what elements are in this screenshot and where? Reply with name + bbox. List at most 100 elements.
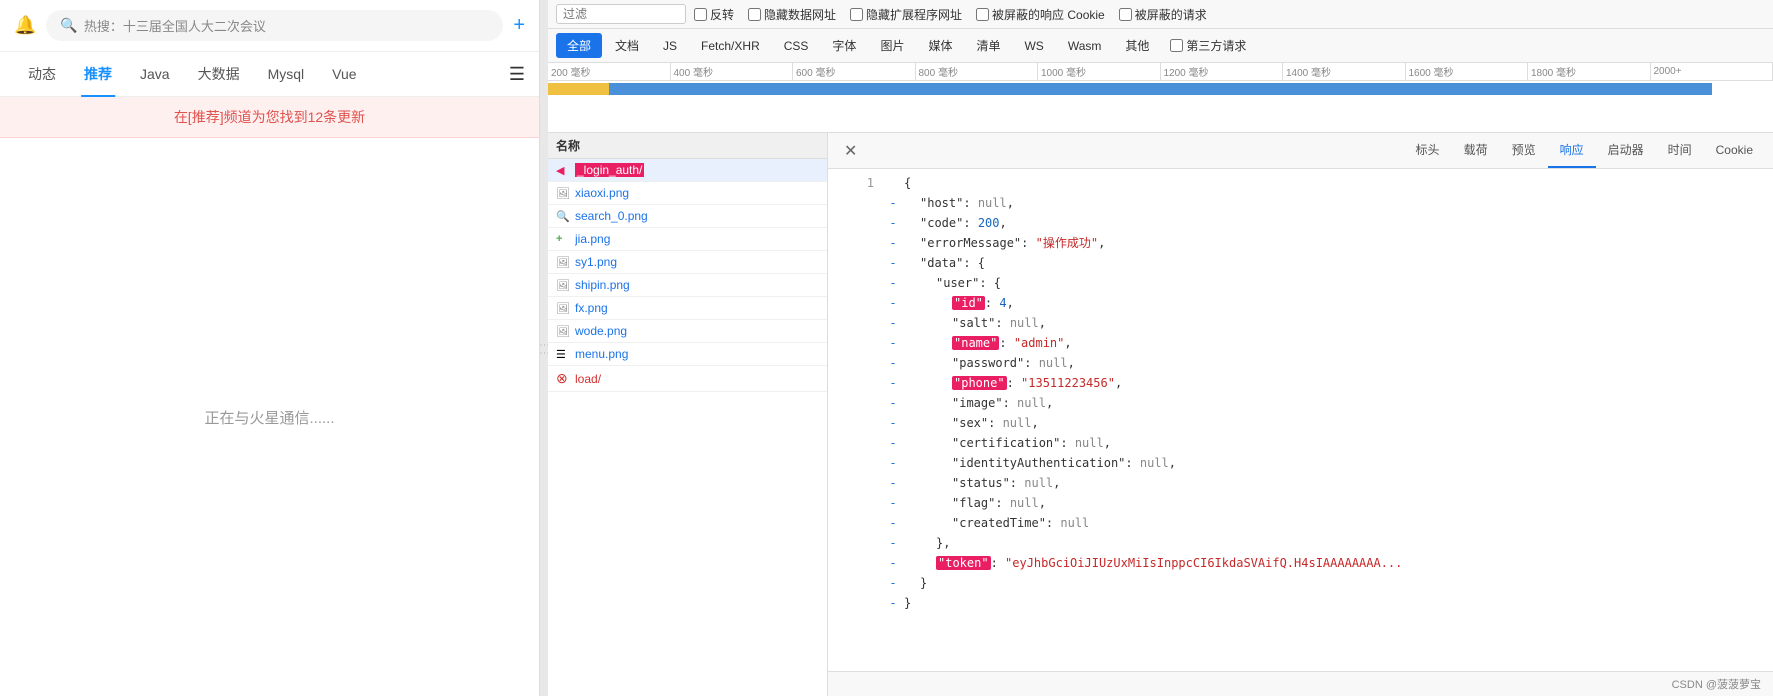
line-num-1: 1 xyxy=(844,174,874,192)
json-line-token: - "token": "eyJhbGciOiJIUzUxMiIsInppcCI6… xyxy=(828,553,1773,573)
tab-vue[interactable]: Vue xyxy=(318,62,370,86)
bell-icon[interactable]: 🔔 xyxy=(14,15,36,36)
line-dash-close-user: - xyxy=(886,534,900,552)
checkbox-third-party[interactable]: 第三方请求 xyxy=(1170,37,1246,54)
filter-input[interactable] xyxy=(556,4,686,24)
tab-other[interactable]: 其他 xyxy=(1114,33,1160,58)
request-name-search0: search_0.png xyxy=(575,209,648,223)
request-list: 名称 ◀ _login_auth/ 🖼 xiaoxi.png 🔍 search_… xyxy=(548,133,828,696)
request-item-load[interactable]: ⊗ load/ xyxy=(548,366,827,392)
left-panel: 🔔 🔍 热搜：十三届全国人大二次会议 + 动态 推荐 Java 大数据 Mysq… xyxy=(0,0,540,696)
hide-data-url-checkbox[interactable] xyxy=(748,8,761,21)
line-num-host xyxy=(844,194,874,212)
json-line-host: - "host": null, xyxy=(828,193,1773,213)
request-list-header: 名称 xyxy=(548,133,827,159)
tab-manifest[interactable]: 清单 xyxy=(965,33,1011,58)
request-name-shipin: shipin.png xyxy=(575,278,630,292)
line-num-status xyxy=(844,474,874,492)
json-line-code: - "code": 200, xyxy=(828,213,1773,233)
json-key-phone-highlight: "phone" xyxy=(952,376,1007,390)
tab-tuijian[interactable]: 推荐 xyxy=(70,60,126,88)
image-icon-sy1: 🖼 xyxy=(556,256,570,269)
checkbox-blocked-request[interactable]: 被屏蔽的请求 xyxy=(1119,6,1207,23)
third-party-checkbox[interactable] xyxy=(1170,39,1183,52)
content-area: 正在与火星通信...... xyxy=(0,138,539,696)
image-icon-wode: 🖼 xyxy=(556,325,570,338)
network-area: 名称 ◀ _login_auth/ 🖼 xiaoxi.png 🔍 search_… xyxy=(548,133,1773,696)
tab-font[interactable]: 字体 xyxy=(821,33,867,58)
tab-image[interactable]: 图片 xyxy=(869,33,915,58)
reverse-checkbox[interactable] xyxy=(694,8,707,21)
request-item-fx[interactable]: 🖼 fx.png xyxy=(548,297,827,320)
line-dash-password: - xyxy=(886,354,900,372)
folder-icon: ◀ xyxy=(556,164,570,177)
add-icon[interactable]: + xyxy=(513,14,525,37)
request-item-search0[interactable]: 🔍 search_0.png xyxy=(548,205,827,228)
json-line-sex: - "sex": null, xyxy=(828,413,1773,433)
json-line-close-root: - } xyxy=(828,593,1773,613)
detail-panel: ✕ 标头 载荷 预览 响应 启动器 时间 Cookie 1 { xyxy=(828,133,1773,696)
request-item-login[interactable]: ◀ _login_auth/ xyxy=(548,159,827,182)
request-name-fx: fx.png xyxy=(575,301,608,315)
tab-media[interactable]: 媒体 xyxy=(917,33,963,58)
json-line-certification: - "certification": null, xyxy=(828,433,1773,453)
tab-doc[interactable]: 文档 xyxy=(604,33,650,58)
request-item-wode[interactable]: 🖼 wode.png xyxy=(548,320,827,343)
json-line-name: - "name": "admin", xyxy=(828,333,1773,353)
json-line-1: 1 { xyxy=(828,173,1773,193)
error-icon-load: ⊗ xyxy=(556,370,570,387)
tab-wasm[interactable]: Wasm xyxy=(1057,35,1113,57)
ruler-mark-1800: 1800 毫秒 xyxy=(1528,63,1651,80)
tab-css[interactable]: CSS xyxy=(773,35,820,57)
ruler-mark-400: 400 毫秒 xyxy=(671,63,794,80)
checkbox-hide-data-url[interactable]: 隐藏数据网址 xyxy=(748,6,836,23)
tab-dashuju[interactable]: 大数据 xyxy=(184,60,254,88)
request-item-xiaoxi[interactable]: 🖼 xiaoxi.png xyxy=(548,182,827,205)
tab-js[interactable]: JS xyxy=(652,35,688,57)
line-dash-user: - xyxy=(886,274,900,292)
blocked-request-checkbox[interactable] xyxy=(1119,8,1132,21)
tab-preview[interactable]: 预览 xyxy=(1500,133,1548,168)
tab-mysql[interactable]: Mysql xyxy=(254,62,319,86)
tab-java[interactable]: Java xyxy=(126,62,184,86)
tab-ws[interactable]: WS xyxy=(1013,35,1054,57)
tab-cookie[interactable]: Cookie xyxy=(1704,135,1765,167)
line-dash-certification: - xyxy=(886,434,900,452)
tab-payload[interactable]: 载荷 xyxy=(1452,133,1500,168)
close-detail-button[interactable]: ✕ xyxy=(836,137,865,165)
hamburger-icon[interactable]: ☰ xyxy=(509,64,525,85)
tab-headers[interactable]: 标头 xyxy=(1404,133,1452,168)
tab-timing[interactable]: 时间 xyxy=(1656,133,1704,168)
request-item-jia[interactable]: + jia.png xyxy=(548,228,827,251)
blocked-cookie-checkbox[interactable] xyxy=(976,8,989,21)
json-line-password: - "password": null, xyxy=(828,353,1773,373)
checkbox-reverse[interactable]: 反转 xyxy=(694,6,734,23)
checkbox-hide-extension[interactable]: 隐藏扩展程序网址 xyxy=(850,6,962,23)
timeline-blue-bar xyxy=(609,83,1712,95)
tab-fetch[interactable]: Fetch/XHR xyxy=(690,35,771,57)
request-name-login: _login_auth/ xyxy=(575,163,644,177)
line-num-close-root xyxy=(844,594,874,612)
tab-dongtai[interactable]: 动态 xyxy=(14,60,70,88)
loading-text: 正在与火星通信...... xyxy=(204,407,334,428)
json-line-identity: - "identityAuthentication": null, xyxy=(828,453,1773,473)
tab-response[interactable]: 响应 xyxy=(1548,133,1596,168)
request-item-sy1[interactable]: 🖼 sy1.png xyxy=(548,251,827,274)
request-name-jia: jia.png xyxy=(575,232,610,246)
json-line-image: - "image": null, xyxy=(828,393,1773,413)
request-item-menu[interactable]: ☰ menu.png xyxy=(548,343,827,366)
search-box[interactable]: 🔍 热搜：十三届全国人大二次会议 xyxy=(46,10,503,41)
plus-icon-jia: + xyxy=(556,233,570,245)
checkbox-blocked-cookie[interactable]: 被屏蔽的响应 Cookie xyxy=(976,6,1105,23)
line-num-id xyxy=(844,294,874,312)
line-num-user xyxy=(844,274,874,292)
json-line-user: - "user": { xyxy=(828,273,1773,293)
tab-all[interactable]: 全部 xyxy=(556,33,602,58)
panel-divider[interactable]: ⋮⋮ xyxy=(540,0,548,696)
line-num-identity xyxy=(844,454,874,472)
request-name-load: load/ xyxy=(575,372,601,386)
tab-initiator[interactable]: 启动器 xyxy=(1596,133,1656,168)
request-item-shipin[interactable]: 🖼 shipin.png xyxy=(548,274,827,297)
line-dash-close-root: - xyxy=(886,594,900,612)
hide-extension-checkbox[interactable] xyxy=(850,8,863,21)
